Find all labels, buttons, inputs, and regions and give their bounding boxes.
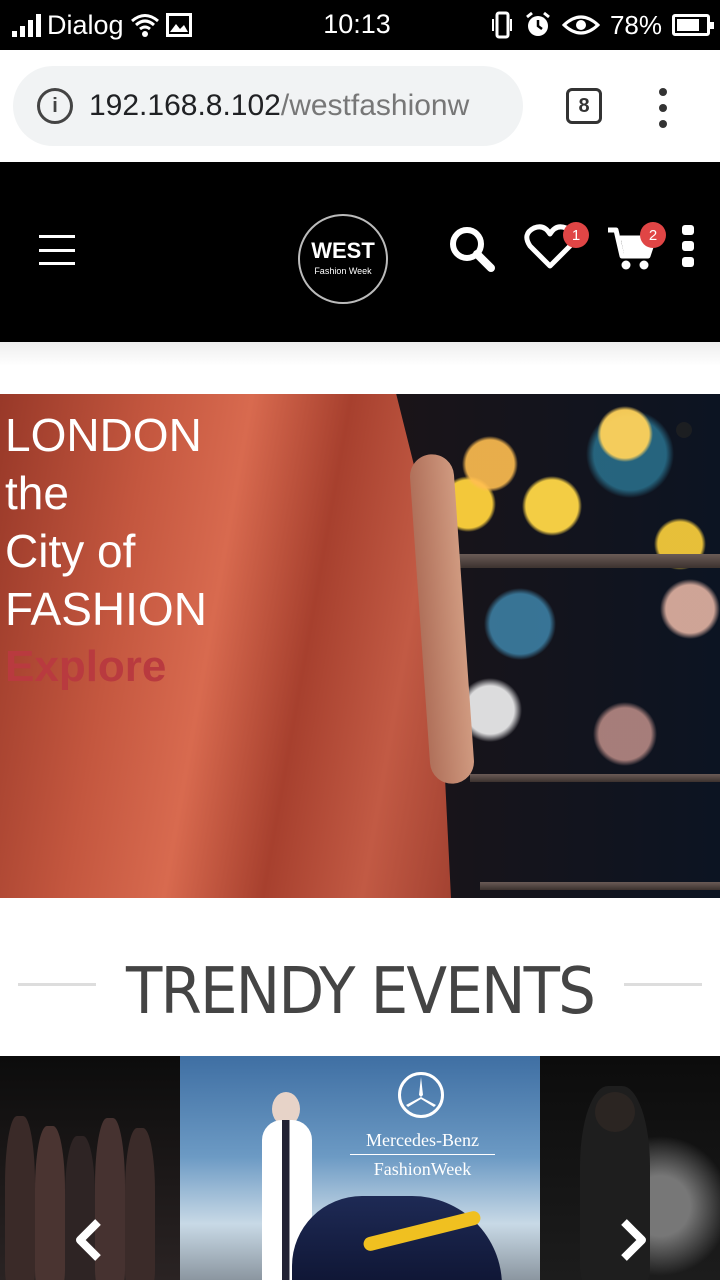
- car-image: [292, 1196, 502, 1280]
- event-slide-mercedes[interactable]: Mercedes-Benz FashionWeek: [180, 1056, 540, 1280]
- search-icon[interactable]: [447, 224, 497, 274]
- hero-railing: [470, 774, 720, 782]
- site-header: WEST Fashion Week 1 2: [0, 162, 720, 342]
- logo-subtitle: Fashion Week: [314, 266, 372, 276]
- chevron-left-icon[interactable]: [70, 1218, 110, 1262]
- section-title: TRENDY EVENTS: [125, 955, 596, 1029]
- slider-indicator-dot[interactable]: [676, 422, 692, 438]
- trendy-events-section: TRENDY EVENTS: [0, 955, 720, 1035]
- tab-switcher-button[interactable]: 8: [566, 88, 602, 124]
- status-bar: Dialog 10:13 78%: [0, 0, 720, 50]
- eye-icon: [561, 15, 600, 35]
- hero-railing: [440, 554, 720, 568]
- chevron-right-icon[interactable]: [612, 1218, 652, 1262]
- sponsor-line1: Mercedes-Benz: [366, 1130, 479, 1150]
- url-text[interactable]: 192.168.8.102/westfashionw: [89, 89, 469, 123]
- url-host: 192.168.8.102: [89, 89, 281, 122]
- mercedes-logo-icon: [398, 1072, 444, 1118]
- hero-line: City of: [5, 525, 136, 577]
- vibrate-icon: [491, 11, 512, 39]
- site-logo[interactable]: WEST Fashion Week: [298, 214, 388, 304]
- browser-menu-icon[interactable]: [655, 88, 671, 128]
- battery-percent: 78%: [609, 9, 662, 40]
- logo-title: WEST: [311, 238, 375, 263]
- hero-banner[interactable]: LONDON the City of FASHION Explore: [0, 394, 720, 898]
- wishlist-button[interactable]: 1: [524, 222, 589, 274]
- status-right: 78%: [490, 8, 714, 42]
- tab-count: 8: [578, 94, 590, 117]
- info-icon[interactable]: i: [37, 88, 73, 124]
- address-bar[interactable]: i 192.168.8.102/westfashionw: [13, 66, 523, 146]
- url-path: /westfashionw: [280, 89, 470, 122]
- hamburger-menu-icon[interactable]: [39, 235, 75, 265]
- hero-line: LONDON: [5, 409, 202, 461]
- header-shadow: [0, 342, 720, 366]
- battery-icon: [672, 14, 714, 36]
- alarm-icon: [526, 11, 550, 36]
- cart-count-badge: 2: [640, 222, 666, 248]
- cart-button[interactable]: 2: [606, 222, 666, 274]
- browser-toolbar: i 192.168.8.102/westfashionw 8: [0, 50, 720, 162]
- events-carousel[interactable]: Mercedes-Benz FashionWeek: [0, 1056, 720, 1280]
- hero-headline: LONDON the City of FASHION Explore: [5, 406, 207, 696]
- sponsor-text: Mercedes-Benz FashionWeek: [350, 1126, 495, 1183]
- hero-line: FASHION: [5, 583, 207, 635]
- wishlist-count-badge: 1: [563, 222, 589, 248]
- sponsor-line2: FashionWeek: [350, 1154, 495, 1183]
- more-options-icon[interactable]: [682, 225, 696, 267]
- hero-railing: [480, 882, 720, 890]
- explore-link[interactable]: Explore: [5, 638, 207, 696]
- hero-line: the: [5, 467, 69, 519]
